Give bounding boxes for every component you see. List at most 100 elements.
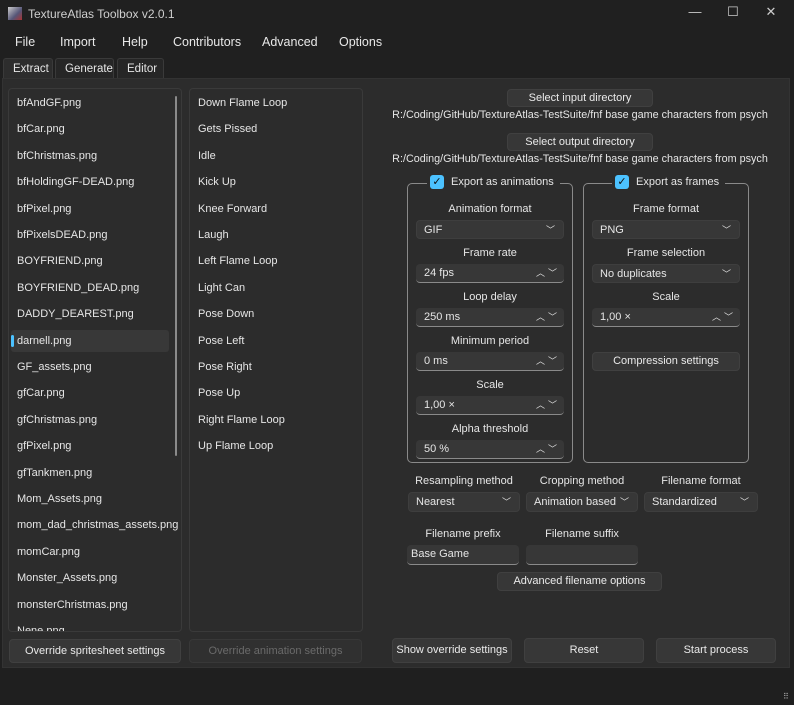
chevron-down-icon: ﹀	[545, 225, 555, 235]
spritesheet-list[interactable]: bfAndGF.png bfCar.png bfChristmas.png bfHol…	[8, 88, 182, 632]
menu-file[interactable]: File	[15, 35, 35, 49]
spritesheet-item[interactable]: Monster_Assets.png	[17, 567, 117, 589]
reset-button[interactable]: Reset	[524, 638, 644, 663]
animation-item[interactable]: Knee Forward	[198, 198, 267, 220]
close-icon[interactable]: ✕	[756, 4, 786, 24]
export-frames-label: Export as frames	[633, 176, 723, 188]
animation-item[interactable]: Right Flame Loop	[198, 409, 285, 431]
resampling-combo[interactable]: Nearest ﹀	[408, 492, 520, 512]
spritesheet-item[interactable]: Nene.png	[17, 620, 65, 631]
menu-options[interactable]: Options	[339, 35, 382, 49]
frame-scale-value: 1,00 ×	[600, 311, 631, 323]
export-animations-label: Export as animations	[448, 176, 557, 188]
export-animations-checkbox[interactable]: ✓	[430, 175, 444, 189]
alpha-threshold-value: 50 %	[424, 443, 450, 455]
start-process-button[interactable]: Start process	[656, 638, 776, 663]
menu-help[interactable]: Help	[122, 35, 148, 49]
frame-format-label: Frame format	[632, 203, 699, 215]
alpha-threshold-label: Alpha threshold	[451, 423, 529, 435]
spritesheet-item[interactable]: gfPixel.png	[17, 435, 71, 457]
animation-format-combo[interactable]: GIF ﹀	[416, 220, 564, 239]
spin-arrows-icon[interactable]: ︿﹀	[536, 396, 560, 415]
menu-import[interactable]: Import	[60, 35, 95, 49]
spritesheet-item[interactable]: momCar.png	[17, 541, 80, 563]
animation-item[interactable]: Gets Pissed	[198, 118, 257, 140]
frame-scale-spinbox[interactable]: 1,00 × ︿﹀	[592, 308, 740, 327]
spritesheet-item[interactable]: Mom_Assets.png	[17, 488, 102, 510]
tab-editor[interactable]: Editor	[117, 58, 164, 78]
animation-item[interactable]: Light Can	[198, 277, 245, 299]
filename-prefix-input[interactable]: Base Game	[407, 545, 519, 565]
select-output-button[interactable]: Select output directory	[507, 133, 653, 151]
animation-item[interactable]: Down Flame Loop	[198, 92, 287, 114]
frame-scale-label: Scale	[652, 291, 680, 303]
resampling-label: Resampling method	[415, 475, 513, 487]
loop-delay-spinbox[interactable]: 250 ms ︿﹀	[416, 308, 564, 327]
spin-arrows-icon[interactable]: ︿﹀	[712, 308, 736, 327]
filename-format-combo[interactable]: Standardized ﹀	[644, 492, 758, 512]
frame-selection-combo[interactable]: No duplicates ﹀	[592, 264, 740, 283]
override-spritesheet-button[interactable]: Override spritesheet settings	[9, 639, 181, 663]
spritesheet-item[interactable]: darnell.png	[11, 329, 169, 352]
spritesheet-item[interactable]: BOYFRIEND_DEAD.png	[17, 277, 139, 299]
override-animation-button[interactable]: Override animation settings	[189, 639, 362, 663]
frame-rate-label: Frame rate	[463, 247, 517, 259]
window-title: TextureAtlas Toolbox v2.0.1	[28, 7, 175, 21]
spritesheet-item[interactable]: bfHoldingGF-DEAD.png	[17, 171, 134, 193]
spritesheet-item[interactable]: monsterChristmas.png	[17, 594, 128, 616]
minimize-icon[interactable]: —	[680, 4, 710, 24]
animation-format-value: GIF	[424, 224, 443, 236]
spritesheet-item[interactable]: gfChristmas.png	[17, 409, 97, 431]
animation-item[interactable]: Pose Right	[198, 356, 252, 378]
frame-selection-label: Frame selection	[626, 247, 706, 259]
show-override-settings-button[interactable]: Show override settings	[392, 638, 512, 663]
spin-arrows-icon[interactable]: ︿﹀	[536, 352, 560, 371]
anim-scale-label: Scale	[476, 379, 504, 391]
animation-item[interactable]: Pose Left	[198, 330, 244, 352]
spritesheet-item[interactable]: bfPixel.png	[17, 198, 71, 220]
animation-item[interactable]: Up Flame Loop	[198, 435, 273, 457]
spritesheet-list-scrollbar[interactable]	[175, 96, 177, 456]
frame-rate-value: 24 fps	[424, 267, 454, 279]
animation-item[interactable]: Laugh	[198, 224, 229, 246]
alpha-threshold-spinbox[interactable]: 50 % ︿﹀	[416, 440, 564, 459]
spritesheet-item[interactable]: gfTankmen.png	[17, 462, 92, 484]
frame-format-combo[interactable]: PNG ﹀	[592, 220, 740, 239]
input-path: R:/Coding/GitHub/TextureAtlas-TestSuite/…	[392, 109, 768, 121]
frame-rate-spinbox[interactable]: 24 fps ︿﹀	[416, 264, 564, 283]
select-input-button[interactable]: Select input directory	[507, 89, 653, 107]
menu-contributors[interactable]: Contributors	[173, 35, 241, 49]
spritesheet-item[interactable]: bfPixelsDEAD.png	[17, 224, 108, 246]
export-frames-checkbox[interactable]: ✓	[615, 175, 629, 189]
spritesheet-item[interactable]: bfCar.png	[17, 118, 65, 140]
compression-settings-button[interactable]: Compression settings	[592, 352, 740, 371]
filename-suffix-input[interactable]	[526, 545, 638, 565]
animation-item[interactable]: Pose Down	[198, 303, 254, 325]
animation-item[interactable]: Kick Up	[198, 171, 236, 193]
spritesheet-item[interactable]: GF_assets.png	[17, 356, 92, 378]
cropping-label: Cropping method	[539, 475, 625, 487]
advanced-filename-options-button[interactable]: Advanced filename options	[497, 572, 662, 591]
min-period-spinbox[interactable]: 0 ms ︿﹀	[416, 352, 564, 371]
cropping-combo[interactable]: Animation based ﹀	[526, 492, 638, 512]
tab-generate[interactable]: Generate	[55, 58, 114, 78]
spritesheet-item[interactable]: bfAndGF.png	[17, 92, 81, 114]
spritesheet-item[interactable]: BOYFRIEND.png	[17, 250, 103, 272]
spin-arrows-icon[interactable]: ︿﹀	[536, 440, 560, 459]
anim-scale-spinbox[interactable]: 1,00 × ︿﹀	[416, 396, 564, 415]
animation-item[interactable]: Pose Up	[198, 382, 240, 404]
tab-extract[interactable]: Extract	[3, 58, 53, 78]
spin-arrows-icon[interactable]: ︿﹀	[536, 264, 560, 283]
spritesheet-item[interactable]: DADDY_DEAREST.png	[17, 303, 134, 325]
animation-list[interactable]: Down Flame Loop Gets Pissed Idle Kick Up Kne…	[189, 88, 363, 632]
frame-selection-value: No duplicates	[600, 268, 667, 280]
animation-item[interactable]: Idle	[198, 145, 216, 167]
resize-grip-icon[interactable]: ⠿	[783, 692, 789, 701]
spin-arrows-icon[interactable]: ︿﹀	[536, 308, 560, 327]
spritesheet-item[interactable]: bfChristmas.png	[17, 145, 97, 167]
animation-item[interactable]: Left Flame Loop	[198, 250, 278, 272]
spritesheet-item[interactable]: mom_dad_christmas_assets.png	[17, 514, 178, 536]
menu-advanced[interactable]: Advanced	[262, 35, 318, 49]
maximize-icon[interactable]: ☐	[718, 4, 748, 24]
spritesheet-item[interactable]: gfCar.png	[17, 382, 65, 404]
